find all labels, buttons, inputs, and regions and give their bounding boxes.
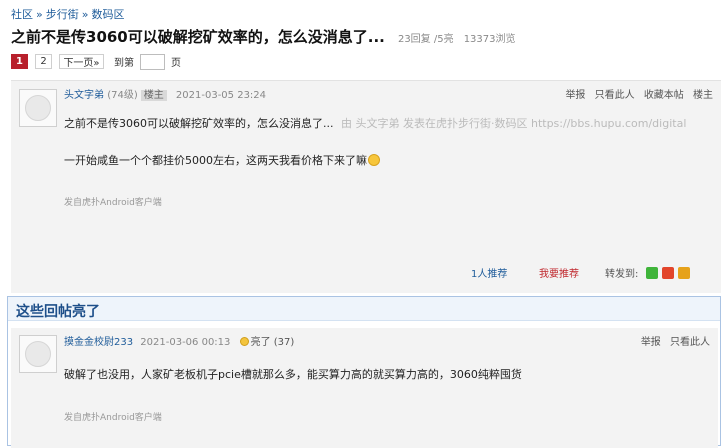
- post-text: 一开始咸鱼一个个都挂价5000左右，这两天我看价格下来了嘛: [64, 154, 367, 167]
- thread-title: 之前不是传3060可以破解挖矿效率的，怎么没消息了...: [11, 28, 385, 46]
- breadcrumb-separator: »: [36, 8, 43, 21]
- view-count: 13373浏览: [463, 34, 516, 45]
- author-level: (74级): [107, 90, 138, 101]
- client-note: 发自虎扑Android客户端: [64, 413, 162, 423]
- reply-count: 23回复 /5亮: [397, 34, 454, 45]
- floor-label: 楼主: [693, 90, 713, 101]
- weibo-icon[interactable]: [662, 266, 675, 279]
- share-row: 转发到:: [605, 265, 691, 280]
- goto-label: 到第: [114, 58, 134, 69]
- original-post: 头文字弟 (74级) 楼主 2021-03-05 23:24 举报 只看此人 收藏…: [11, 80, 721, 293]
- light-text: 亮了 (37): [250, 337, 295, 348]
- report-link[interactable]: 举报: [565, 90, 585, 101]
- post-time: 2021-03-06 00:13: [140, 337, 231, 348]
- avatar-placeholder-icon: [25, 95, 51, 121]
- laugh-emoji-icon: [368, 154, 380, 166]
- reply-post: 摸金金校尉233 2021-03-06 00:13 亮了 (37) 举报 只看此…: [11, 328, 718, 448]
- pagination: 1 2 下一页» 到第 页: [11, 53, 181, 70]
- breadcrumb-digital[interactable]: 数码区: [91, 8, 124, 21]
- client-note: 发自虎扑Android客户端: [64, 198, 162, 208]
- breadcrumb-street[interactable]: 步行街: [46, 8, 79, 21]
- post-actions: 举报 只看此人 收藏本帖 楼主: [559, 86, 713, 101]
- post-line-2: 一开始咸鱼一个个都挂价5000左右，这两天我看价格下来了嘛: [64, 152, 380, 168]
- favorite-link[interactable]: 收藏本帖: [644, 90, 684, 101]
- next-page-button[interactable]: 下一页»: [59, 54, 104, 69]
- post-time: 2021-03-05 23:24: [175, 90, 267, 101]
- avatar[interactable]: [19, 89, 57, 127]
- breadcrumb-separator: »: [81, 8, 89, 21]
- qzone-icon[interactable]: [678, 266, 691, 279]
- author-name[interactable]: 摸金金校尉233: [64, 337, 133, 348]
- post-source: 由 头文字弟 发表在虎扑步行街·数码区 https://bbs.hupu.com…: [340, 117, 687, 130]
- report-link[interactable]: 举报: [641, 337, 661, 348]
- share-label: 转发到:: [605, 269, 639, 280]
- highlighted-heading: 这些回帖亮了: [8, 297, 720, 321]
- only-author-link[interactable]: 只看此人: [670, 337, 710, 348]
- light-bulb-icon: [239, 337, 249, 346]
- op-badge: 楼主: [140, 90, 167, 101]
- thread-title-row: 之前不是传3060可以破解挖矿效率的，怎么没消息了... 23回复 /5亮 13…: [11, 26, 516, 47]
- post-line-1: 之前不是传3060可以破解挖矿效率的，怎么没消息了... 由 头文字弟 发表在虎…: [64, 115, 686, 131]
- recommend-button[interactable]: 我要推荐: [539, 265, 579, 280]
- avatar[interactable]: [19, 335, 57, 373]
- avatar-placeholder-icon: [25, 341, 51, 367]
- wechat-icon[interactable]: [646, 266, 659, 279]
- page-2-button[interactable]: 2: [35, 54, 52, 69]
- page-number-input[interactable]: [140, 53, 165, 70]
- reply-text: 破解了也没用，人家矿老板机子pcie槽就那么多，能买算力高的就买算力高的，306…: [64, 368, 522, 381]
- post-header: 摸金金校尉233 2021-03-06 00:13 亮了 (37): [64, 333, 294, 348]
- post-header: 头文字弟 (74级) 楼主 2021-03-05 23:24: [64, 86, 266, 101]
- page-label: 页: [171, 58, 181, 69]
- highlighted-replies: 这些回帖亮了 摸金金校尉233 2021-03-06 00:13 亮了 (37)…: [7, 296, 721, 448]
- breadcrumb: 社区» 步行街» 数码区: [11, 6, 124, 22]
- breadcrumb-community[interactable]: 社区: [11, 8, 33, 21]
- post-text: 之前不是传3060可以破解挖矿效率的，怎么没消息了...: [64, 117, 334, 130]
- light-count: 亮了 (37): [239, 337, 295, 348]
- post-actions: 举报 只看此人: [635, 333, 710, 348]
- author-name[interactable]: 头文字弟: [64, 90, 104, 101]
- page-1-button[interactable]: 1: [11, 54, 28, 69]
- recommend-count: 1人推荐: [471, 269, 508, 280]
- only-author-link[interactable]: 只看此人: [595, 90, 635, 101]
